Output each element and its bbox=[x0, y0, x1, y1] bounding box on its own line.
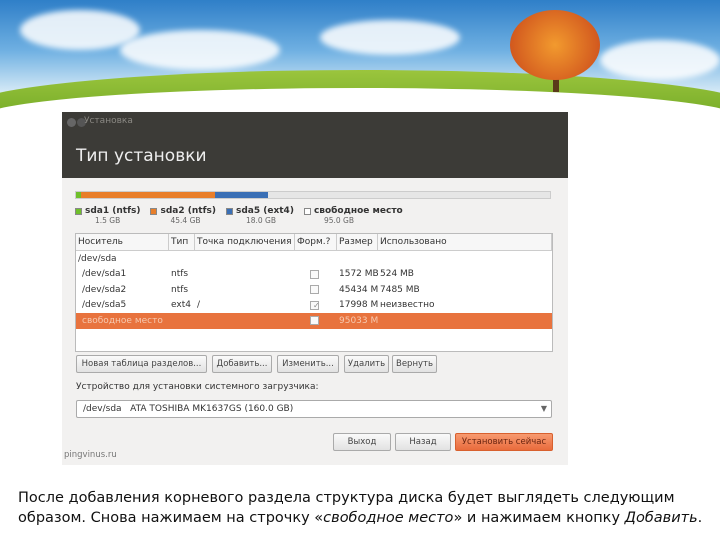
bootloader-value: /dev/sda ATA TOSHIBA MK1637GS (160.0 GB) bbox=[83, 404, 294, 414]
column-header[interactable]: Размер bbox=[337, 234, 378, 250]
cell-size: 1572 MB bbox=[339, 269, 378, 280]
partition-table: Носитель Тип Точка подключения Форм.? Ра… bbox=[75, 233, 553, 352]
partition-legend: sda1 (ntfs) 1.5 GB sda2 (ntfs) 45.4 GB sda… bbox=[75, 206, 403, 225]
cell-mount: / bbox=[197, 300, 201, 311]
table-row[interactable]: /dev/sda5 ext4 / ✓ 17998 MBнеизвестно bbox=[76, 298, 552, 314]
table-row[interactable]: /dev/sda bbox=[76, 251, 552, 267]
back-button[interactable]: Назад bbox=[395, 433, 451, 451]
legend-item: свободное место 95.0 GB bbox=[303, 206, 403, 225]
format-checkbox[interactable] bbox=[310, 285, 319, 295]
legend-item: sda1 (ntfs) 1.5 GB bbox=[75, 206, 140, 225]
column-header[interactable]: Носитель bbox=[76, 234, 169, 250]
format-checkbox[interactable]: ✓ bbox=[310, 300, 319, 310]
tree-image bbox=[510, 10, 600, 80]
window-title: Установка bbox=[84, 116, 133, 126]
legend-item: sda2 (ntfs) 45.4 GB bbox=[150, 206, 216, 225]
cell-type: ntfs bbox=[171, 269, 189, 280]
cell-format: ✓ bbox=[295, 300, 337, 310]
table-row[interactable]: /dev/sda2 ntfs 45434 MB7485 MB bbox=[76, 282, 552, 298]
cell-used: 7485 MB bbox=[380, 284, 420, 295]
revert-button[interactable]: Вернуть bbox=[392, 355, 437, 373]
table-row[interactable]: /dev/sda1 ntfs 1572 MB 524 MB bbox=[76, 267, 552, 283]
dropdown-arrow-icon: ▼ bbox=[540, 404, 547, 413]
column-header[interactable]: Форм.? bbox=[295, 234, 337, 250]
format-checkbox[interactable] bbox=[310, 269, 319, 279]
install-now-button[interactable]: Установить сейчас bbox=[455, 433, 553, 451]
partition-segment bbox=[80, 192, 216, 198]
cell-device: /dev/sda1 bbox=[82, 269, 127, 280]
close-window-button[interactable] bbox=[67, 118, 76, 127]
cell-format bbox=[295, 285, 337, 295]
cell-device: /dev/sda2 bbox=[82, 284, 127, 295]
add-button[interactable]: Добавить... bbox=[212, 355, 272, 373]
cell-size: 45434 MB bbox=[339, 284, 378, 295]
caption-text: После добавления корневого раздела струк… bbox=[18, 490, 703, 526]
site-watermark: pingvinus.ru bbox=[64, 450, 117, 460]
bootloader-device-select[interactable]: /dev/sda ATA TOSHIBA MK1637GS (160.0 GB)… bbox=[76, 400, 552, 418]
partition-segment bbox=[215, 192, 269, 198]
partition-bar bbox=[75, 191, 551, 199]
cell-size: 17998 MB bbox=[339, 300, 378, 311]
cell-device: /dev/sda5 bbox=[82, 300, 127, 311]
installer-window: Установка Тип установки sda1 (ntfs) 1.5 G… bbox=[62, 112, 568, 465]
cell-format bbox=[295, 316, 337, 326]
bootloader-label: Устройство для установки системного загр… bbox=[76, 382, 319, 392]
format-checkbox[interactable] bbox=[310, 316, 319, 326]
cell-size: 95033 MB bbox=[339, 315, 378, 326]
page-title: Тип установки bbox=[76, 146, 207, 166]
delete-button[interactable]: Удалить bbox=[344, 355, 389, 373]
change-button[interactable]: Изменить... bbox=[277, 355, 339, 373]
cell-used: 524 MB bbox=[380, 269, 414, 280]
cell-format bbox=[295, 269, 337, 279]
column-header[interactable]: Тип bbox=[169, 234, 195, 250]
header-banner bbox=[0, 0, 720, 112]
quit-button[interactable]: Выход bbox=[333, 433, 391, 451]
table-header: Носитель Тип Точка подключения Форм.? Ра… bbox=[76, 234, 552, 251]
column-header[interactable]: Использовано bbox=[378, 234, 552, 250]
cell-device: свободное место bbox=[82, 315, 163, 326]
legend-item: sda5 (ext4) 18.0 GB bbox=[225, 206, 294, 225]
new-partition-table-button[interactable]: Новая таблица разделов... bbox=[76, 355, 207, 373]
column-header[interactable]: Точка подключения bbox=[195, 234, 295, 250]
title-bar: Установка Тип установки bbox=[62, 112, 568, 178]
table-row[interactable]: свободное место 95033 MB bbox=[76, 313, 552, 329]
partition-segment bbox=[268, 192, 550, 198]
cell-type: ext4 bbox=[171, 300, 191, 311]
cell-used: неизвестно bbox=[380, 300, 435, 311]
cell-type: ntfs bbox=[171, 284, 189, 295]
cell-device: /dev/sda bbox=[78, 253, 117, 264]
